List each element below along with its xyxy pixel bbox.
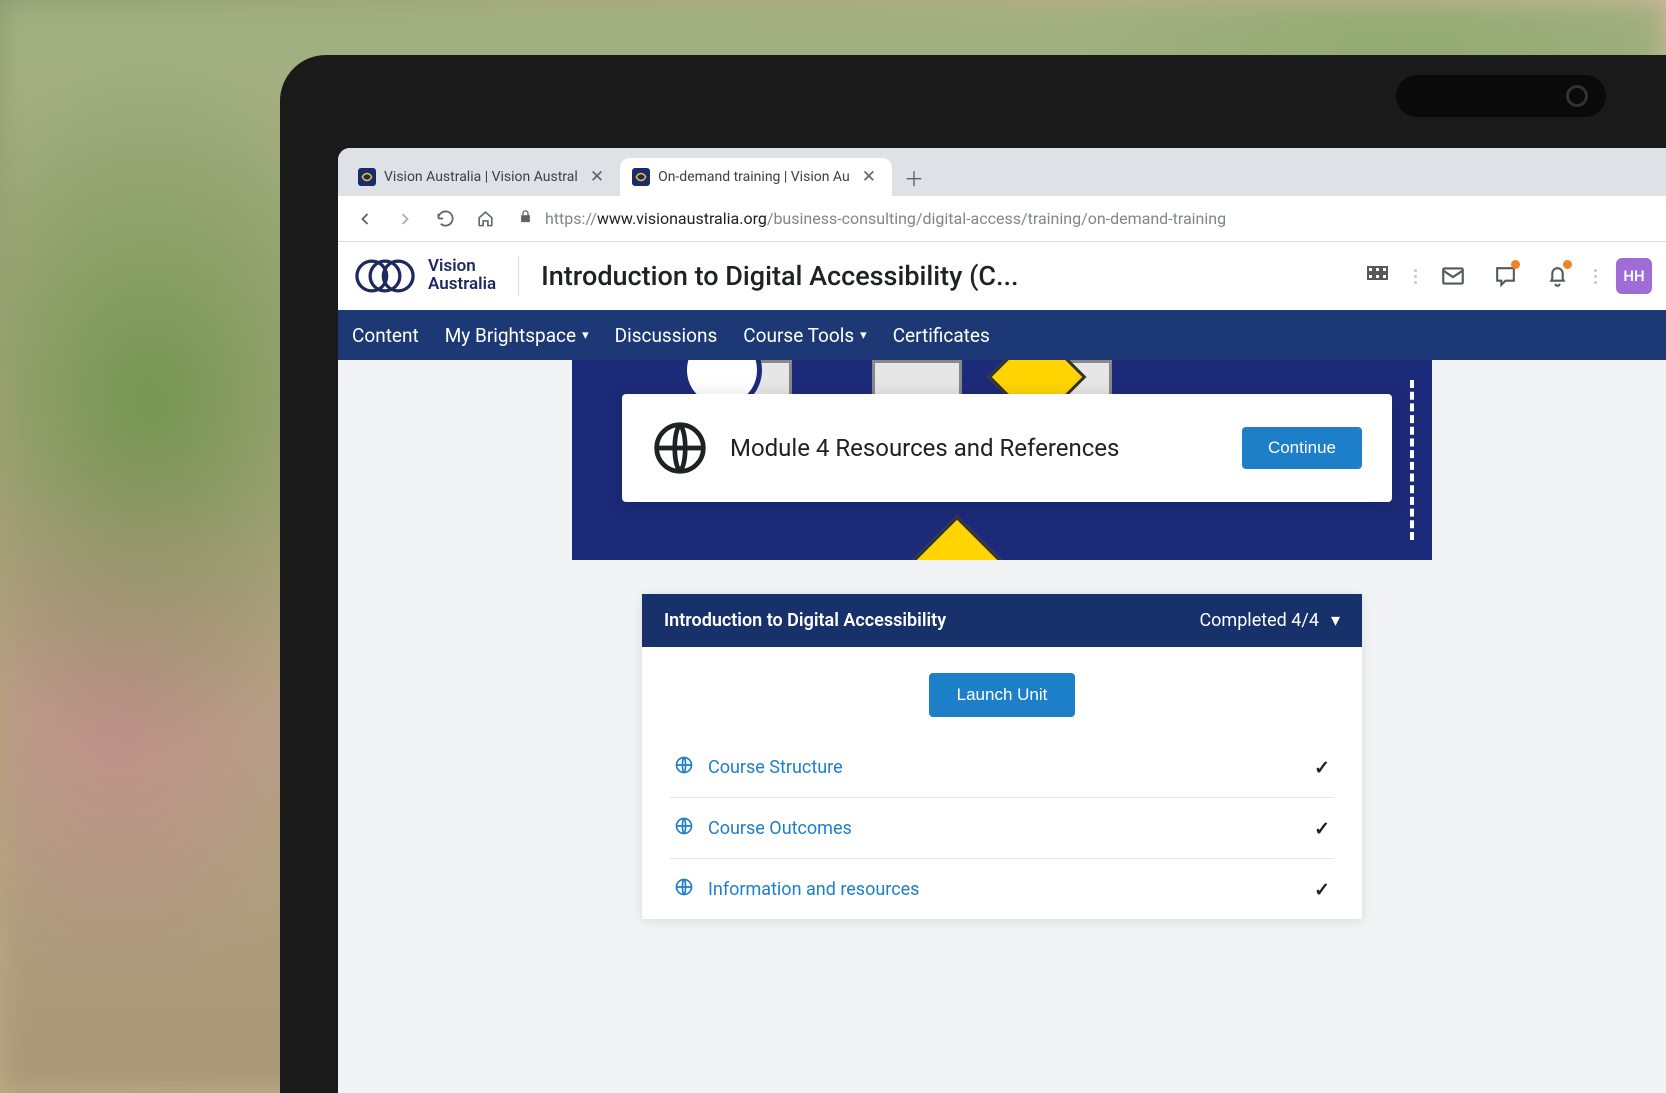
favicon-icon [358,168,376,186]
webcam-lens [1566,85,1588,107]
page-title: Introduction to Digital Accessibility (C… [541,260,1344,292]
address-bar[interactable]: https://www.visionaustralia.org/business… [508,209,1656,228]
browser-tab-strip: Vision Australia | Vision Austral ✕ On-d… [338,148,1666,196]
check-icon: ✓ [1314,817,1330,840]
launch-unit-button[interactable]: Launch Unit [929,673,1076,717]
brand-line2: Australia [428,276,496,294]
chevron-down-icon: ▾ [582,328,589,343]
tab-label: On-demand training | Vision Au [658,169,850,185]
nav-course-tools[interactable]: Course Tools▾ [743,324,866,347]
back-button[interactable] [348,202,382,236]
content-area: Module 4 Resources and References Contin… [338,360,1666,1093]
module-title: Module 4 Resources and References [730,434,1220,462]
globe-icon [674,755,694,779]
globe-icon [652,420,708,476]
home-button[interactable] [468,202,502,236]
chevron-down-icon: ▾ [860,328,867,343]
unit-header[interactable]: Introduction to Digital Accessibility Co… [642,594,1362,647]
unit-item[interactable]: Course Structure ✓ [670,737,1334,798]
favicon-icon [632,168,650,186]
unit-item-label: Course Structure [708,757,1300,778]
module-card: Module 4 Resources and References Contin… [622,394,1392,502]
globe-icon [674,877,694,901]
unit-item[interactable]: Course Outcomes ✓ [670,798,1334,859]
unit-progress-toggle[interactable]: Completed 4/4 ▾ [1199,610,1340,631]
header-actions: HH [1360,258,1652,294]
unit-title: Introduction to Digital Accessibility [664,610,946,631]
unit-item-list: Course Structure ✓ Course Outcomes ✓ [642,737,1362,919]
browser-tab[interactable]: On-demand training | Vision Au ✕ [620,158,892,196]
course-nav: Content My Brightspace▾ Discussions Cour… [338,310,1666,360]
bell-icon[interactable] [1540,259,1574,293]
tab-label: Vision Australia | Vision Austral [384,169,578,185]
unit-item-label: Course Outcomes [708,818,1300,839]
close-icon[interactable]: ✕ [858,167,880,188]
messages-icon[interactable] [1488,259,1522,293]
forward-button[interactable] [388,202,422,236]
unit-panel: Introduction to Digital Accessibility Co… [642,594,1362,919]
lock-icon [518,209,533,228]
unit-item[interactable]: Information and resources ✓ [670,859,1334,919]
notification-dot [1563,260,1572,269]
page: Vision Australia Introduction to Digital… [338,242,1666,1093]
avatar[interactable]: HH [1616,258,1652,294]
url-text: https://www.visionaustralia.org/business… [545,209,1226,228]
close-icon[interactable]: ✕ [586,167,608,188]
course-banner: Module 4 Resources and References Contin… [572,360,1432,560]
divider [518,256,519,296]
mail-icon[interactable] [1436,259,1470,293]
divider-dots [1592,269,1598,284]
browser-toolbar: https://www.visionaustralia.org/business… [338,196,1666,242]
new-tab-button[interactable]: ＋ [898,161,930,193]
nav-content[interactable]: Content [352,324,419,347]
brand-logo[interactable]: Vision Australia [352,256,496,296]
unit-item-label: Information and resources [708,879,1300,900]
browser-tab[interactable]: Vision Australia | Vision Austral ✕ [346,158,620,196]
unit-progress: Completed 4/4 [1199,610,1319,631]
nav-my-brightspace[interactable]: My Brightspace▾ [445,324,589,347]
site-header: Vision Australia Introduction to Digital… [338,242,1666,310]
globe-icon [674,816,694,840]
chevron-down-icon: ▾ [1331,610,1340,631]
webcam-housing [1396,75,1606,117]
logo-mark-icon [352,256,418,296]
check-icon: ✓ [1314,756,1330,779]
reload-button[interactable] [428,202,462,236]
screen: Vision Australia | Vision Austral ✕ On-d… [338,148,1666,1093]
notification-dot [1511,260,1520,269]
nav-certificates[interactable]: Certificates [893,324,990,347]
continue-button[interactable]: Continue [1242,427,1362,469]
divider-dots [1412,269,1418,284]
apps-grid-icon[interactable] [1360,259,1394,293]
nav-discussions[interactable]: Discussions [615,324,718,347]
check-icon: ✓ [1314,878,1330,901]
